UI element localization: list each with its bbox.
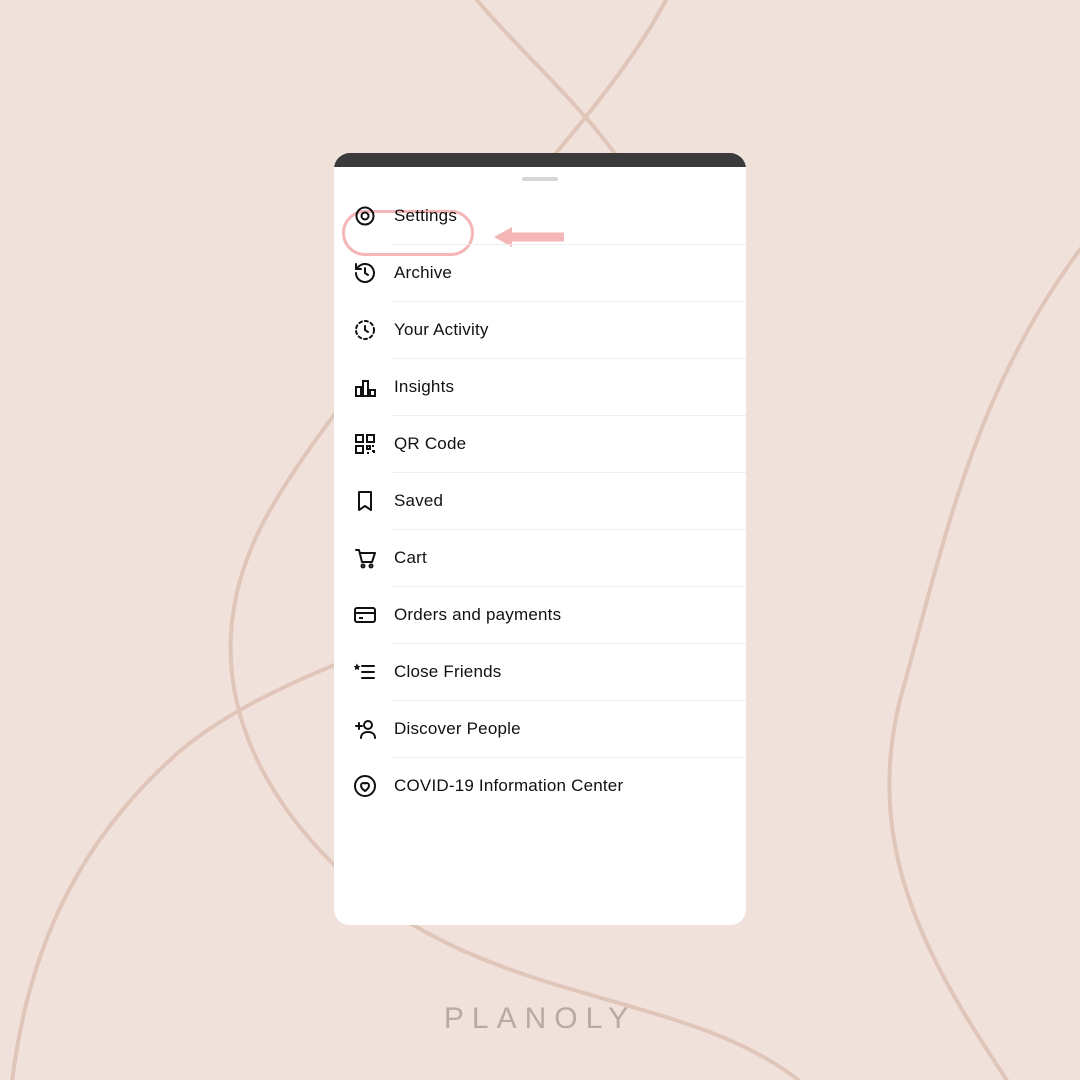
menu-label: Archive [394, 263, 452, 283]
sheet-handle[interactable] [522, 177, 558, 181]
menu-label: Cart [394, 548, 427, 568]
menu-label: Orders and payments [394, 605, 561, 625]
status-bar [334, 153, 746, 167]
menu-item-settings[interactable]: Settings [334, 187, 746, 244]
clock-icon [352, 317, 378, 343]
planoly-logo: PLANOLY [444, 1002, 636, 1036]
list-star-icon [352, 659, 378, 685]
bookmark-icon [352, 488, 378, 514]
menu-label: Discover People [394, 719, 521, 739]
menu-item-covid-info[interactable]: COVID-19 Information Center [334, 757, 746, 814]
bottom-sheet: Settings Archive Your Activity Insights [334, 177, 746, 925]
menu-label: Close Friends [394, 662, 501, 682]
menu-item-orders-payments[interactable]: Orders and payments [334, 586, 746, 643]
menu-item-discover-people[interactable]: Discover People [334, 700, 746, 757]
cart-icon [352, 545, 378, 571]
menu-item-saved[interactable]: Saved [334, 472, 746, 529]
qr-code-icon [352, 431, 378, 457]
menu-item-qr-code[interactable]: QR Code [334, 415, 746, 472]
add-person-icon [352, 716, 378, 742]
menu-item-your-activity[interactable]: Your Activity [334, 301, 746, 358]
menu-label: Your Activity [394, 320, 489, 340]
history-icon [352, 260, 378, 286]
bar-chart-icon [352, 374, 378, 400]
menu-item-archive[interactable]: Archive [334, 244, 746, 301]
heart-circle-icon [352, 773, 378, 799]
gear-icon [352, 203, 378, 229]
phone-mockup: Settings Archive Your Activity Insights [334, 153, 746, 925]
menu-label: Settings [394, 206, 457, 226]
credit-card-icon [352, 602, 378, 628]
menu-item-insights[interactable]: Insights [334, 358, 746, 415]
menu-item-cart[interactable]: Cart [334, 529, 746, 586]
menu-label: Saved [394, 491, 443, 511]
menu-label: COVID-19 Information Center [394, 776, 623, 796]
menu-label: Insights [394, 377, 454, 397]
menu-item-close-friends[interactable]: Close Friends [334, 643, 746, 700]
menu-label: QR Code [394, 434, 466, 454]
